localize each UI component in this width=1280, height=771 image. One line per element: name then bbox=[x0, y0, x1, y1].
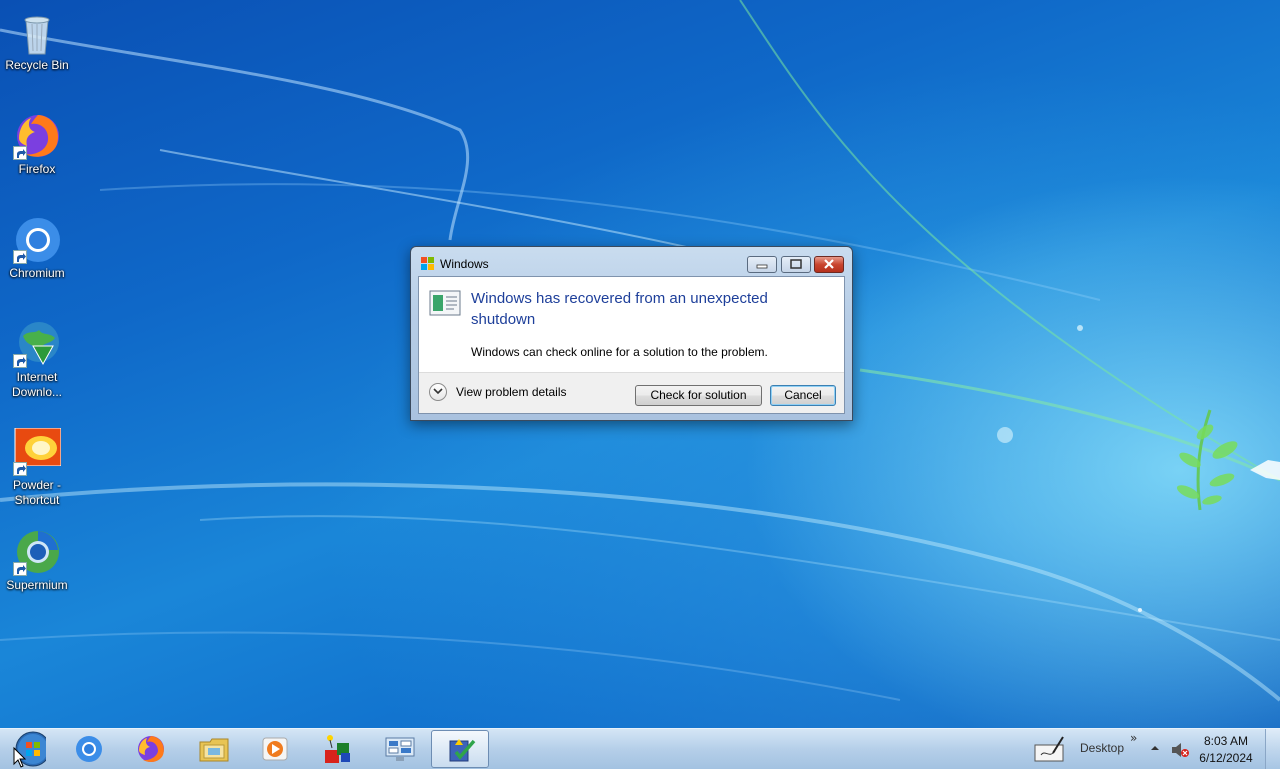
minimize-button[interactable] bbox=[747, 256, 777, 273]
desktop-icon-internet-download-manager[interactable]: Internet Downlo... bbox=[2, 320, 72, 400]
details-toggle-label: View problem details bbox=[456, 385, 567, 399]
start-button[interactable] bbox=[6, 730, 51, 768]
taskbar-firefox[interactable] bbox=[122, 730, 180, 768]
control-panel-icon bbox=[385, 737, 415, 761]
taskbar-file-explorer[interactable] bbox=[184, 730, 242, 768]
dialog-title: Windows bbox=[440, 257, 489, 271]
restore-button[interactable] bbox=[781, 256, 811, 273]
show-desktop-button[interactable] bbox=[1265, 729, 1280, 769]
desktop-icon-label: Supermium bbox=[6, 578, 68, 592]
supermium-icon bbox=[13, 528, 61, 576]
white-bird bbox=[1250, 460, 1280, 480]
dialog-titlebar[interactable]: Windows bbox=[411, 247, 852, 277]
chevron-up-icon[interactable] bbox=[1150, 744, 1160, 752]
desktop-icon-recycle-bin[interactable]: Recycle Bin bbox=[2, 8, 72, 73]
desktop-icon-label: Firefox bbox=[18, 162, 56, 176]
recovery-dialog: Windows Windows has recovered from an un… bbox=[410, 246, 853, 421]
desktop-icon-label: Chromium bbox=[9, 266, 65, 280]
recycle-bin-icon bbox=[13, 8, 61, 56]
firefox-icon bbox=[138, 736, 164, 763]
desktop-icon-label: Internet Downlo... bbox=[11, 370, 63, 399]
chromium-icon bbox=[76, 736, 102, 762]
file-explorer-icon bbox=[199, 738, 229, 762]
shortcut-arrow-icon bbox=[13, 146, 27, 160]
shortcut-arrow-icon bbox=[13, 562, 27, 576]
action-center-icon bbox=[449, 739, 476, 762]
desktop-icon-firefox[interactable]: Firefox bbox=[2, 112, 72, 177]
dialog-footer: View problem details Check for solution … bbox=[419, 372, 844, 413]
shortcut-arrow-icon bbox=[13, 354, 27, 368]
internet-download-manager-icon bbox=[13, 320, 61, 368]
clock-time[interactable]: 8:03 AM bbox=[1195, 734, 1257, 748]
volume-muted-icon[interactable] bbox=[1170, 741, 1190, 759]
taskbar-app-shapes[interactable] bbox=[308, 730, 366, 768]
desktop[interactable]: Recycle Bin Firefox Chromium Internet Do… bbox=[0, 0, 1280, 728]
media-player-icon bbox=[262, 737, 288, 761]
minimize-icon bbox=[756, 264, 768, 269]
taskbar-action-center[interactable] bbox=[431, 730, 489, 768]
close-icon bbox=[824, 259, 834, 269]
windows-flag-icon bbox=[421, 257, 434, 270]
desktop-icon-label: Powder - Shortcut bbox=[12, 478, 62, 507]
desktop-icon-powder[interactable]: Powder - Shortcut bbox=[2, 427, 72, 508]
powder-icon bbox=[13, 427, 62, 476]
shortcut-arrow-icon bbox=[13, 462, 27, 476]
taskbar-control-panel[interactable] bbox=[370, 730, 428, 768]
chevron-down-icon bbox=[429, 383, 447, 401]
desktop-toolbar-label[interactable]: Desktop bbox=[1080, 741, 1124, 755]
taskbar-media-player[interactable] bbox=[246, 730, 304, 768]
taskbar: Desktop » 8:03 AM 6/12/2024 bbox=[0, 728, 1280, 769]
problem-report-icon bbox=[429, 290, 461, 316]
windows-start-orb-icon bbox=[13, 731, 51, 768]
dialog-heading: Windows has recovered from an unexpected… bbox=[471, 290, 768, 328]
desktop-icon-chromium[interactable]: Chromium bbox=[2, 216, 72, 281]
toolbar-overflow-button[interactable]: » bbox=[1130, 731, 1137, 745]
desktop-icon-label: Recycle Bin bbox=[5, 58, 69, 72]
check-for-solution-button[interactable]: Check for solution bbox=[635, 385, 762, 406]
chromium-icon bbox=[13, 216, 61, 264]
desktop-icon-supermium[interactable]: Supermium bbox=[2, 528, 72, 593]
app-shapes-icon bbox=[325, 735, 350, 763]
dialog-body: Windows has recovered from an unexpected… bbox=[418, 276, 845, 414]
cancel-button[interactable]: Cancel bbox=[770, 385, 836, 406]
clock-date[interactable]: 6/12/2024 bbox=[1195, 751, 1257, 765]
pen-tablet-icon[interactable] bbox=[1033, 735, 1067, 763]
shortcut-arrow-icon bbox=[13, 250, 27, 264]
taskbar-chromium[interactable] bbox=[60, 730, 118, 768]
dialog-message: Windows can check online for a solution … bbox=[471, 345, 768, 359]
firefox-icon bbox=[13, 112, 61, 160]
restore-icon bbox=[790, 259, 802, 269]
close-button[interactable] bbox=[814, 256, 844, 273]
